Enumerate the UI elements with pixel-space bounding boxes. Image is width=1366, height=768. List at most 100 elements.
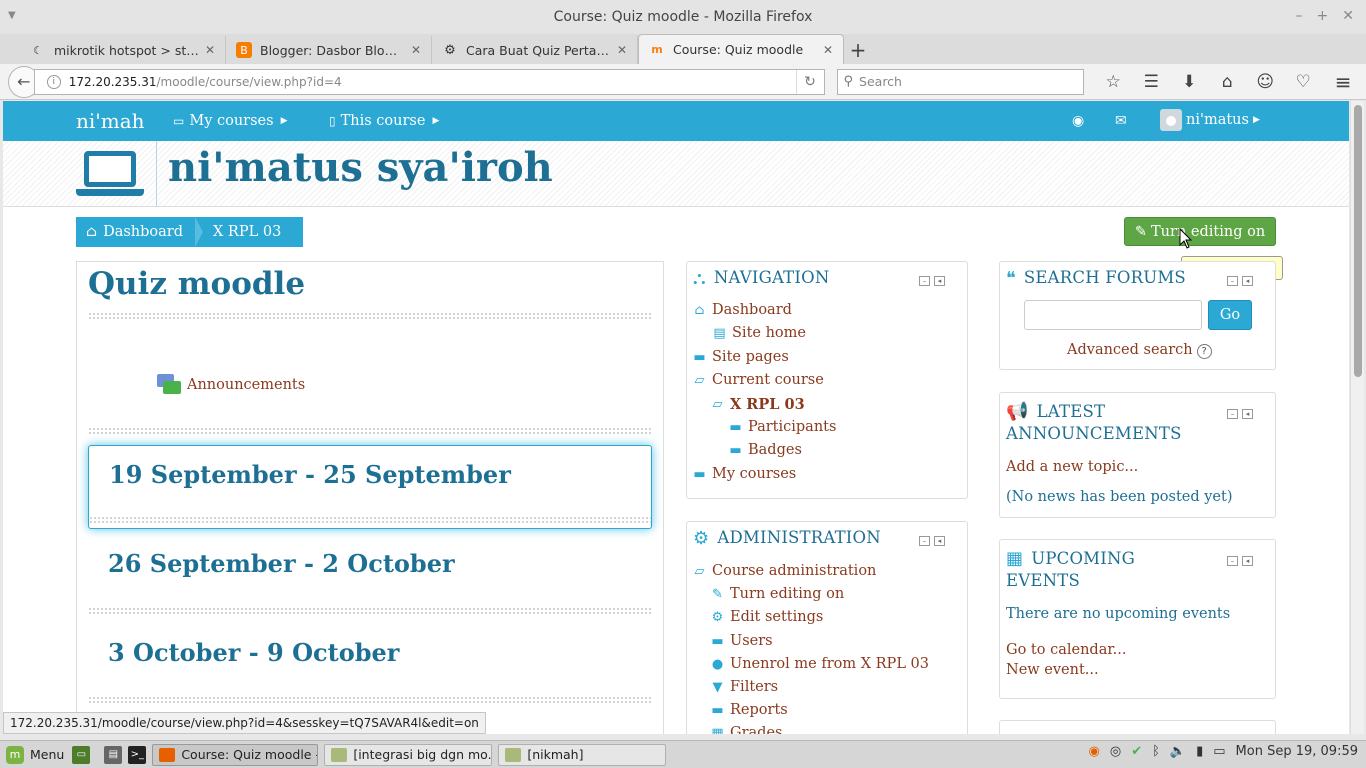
add-topic-link[interactable]: Add a new topic... <box>1006 459 1138 475</box>
maximize-icon[interactable]: + <box>1317 8 1329 24</box>
dock-icon[interactable]: ◂ <box>1242 409 1253 419</box>
terminal-icon[interactable]: >_ <box>128 745 147 764</box>
tab-close-icon[interactable]: ✕ <box>823 43 833 57</box>
page-scrollbar[interactable] <box>1350 101 1364 734</box>
start-menu-button[interactable]: Menu <box>30 747 64 762</box>
tab-cara-buat-quiz[interactable]: ⚙ Cara Buat Quiz Pertanya... ✕ <box>432 36 638 64</box>
dock-icon[interactable]: ◂ <box>1242 276 1253 286</box>
nav-item-site-home[interactable]: ▤ Site home <box>713 325 806 341</box>
advanced-search-link[interactable]: Advanced search? <box>1067 342 1212 359</box>
arrow-left-icon: ← <box>17 72 31 91</box>
pocket-icon[interactable]: ♡ <box>1284 68 1322 96</box>
new-event-link[interactable]: New event... <box>1006 662 1099 678</box>
admin-item-users[interactable]: ▬ Users <box>711 633 772 649</box>
forum-search-input[interactable] <box>1024 300 1202 330</box>
collapse-icon[interactable]: – <box>1227 409 1238 419</box>
reading-list-icon[interactable]: ☰ <box>1132 68 1170 96</box>
home-icon[interactable]: ⌂ <box>1208 68 1246 96</box>
my-courses-menu[interactable]: ▭ My courses ▶ <box>173 113 288 129</box>
admin-item-turn-editing-on[interactable]: ✎ Turn editing on <box>711 586 844 602</box>
mint-logo-icon[interactable]: m <box>6 745 24 764</box>
shield-check-icon[interactable]: ✔ <box>1131 744 1142 759</box>
collapse-icon[interactable]: – <box>1227 556 1238 566</box>
divider <box>89 516 651 524</box>
this-course-menu[interactable]: ▯ This course ▶ <box>329 113 439 129</box>
taskbar-window-folder[interactable]: [integrasi big dgn mo... <box>324 743 493 766</box>
nav-item-current-course[interactable]: ▱ Current course <box>693 372 824 388</box>
section-title[interactable]: 3 October - 9 October <box>108 638 399 667</box>
go-to-calendar-link[interactable]: Go to calendar... <box>1006 642 1127 658</box>
file-manager-icon[interactable]: ▤ <box>104 745 123 764</box>
close-icon[interactable]: ✕ <box>1342 8 1354 24</box>
page-icon: ▤ <box>713 325 726 341</box>
volume-icon[interactable]: 🔈 <box>1170 744 1186 759</box>
collapse-icon[interactable]: – <box>1227 276 1238 286</box>
turn-editing-on-button[interactable]: ✎ Turn editing on <box>1124 217 1276 246</box>
scrollbar-thumb[interactable] <box>1354 105 1362 377</box>
link-label: Advanced search <box>1067 342 1193 358</box>
sitemap-icon: ⛬ <box>693 268 706 289</box>
nav-item-site-pages[interactable]: ▬ Site pages <box>693 349 788 365</box>
notification-icon[interactable]: ◉ <box>1072 113 1084 129</box>
admin-item-course-administration[interactable]: ▱ Course administration <box>693 563 877 579</box>
hamburger-menu-icon[interactable]: ≡ <box>1328 70 1358 94</box>
tab-close-icon[interactable]: ✕ <box>411 43 421 57</box>
window-menu-icon[interactable]: ▼ <box>8 10 16 21</box>
announcements-link[interactable]: Announcements <box>157 374 305 396</box>
tab-blogger[interactable]: B Blogger: Dasbor Blogger ✕ <box>226 36 432 64</box>
collapse-icon[interactable]: – <box>919 536 930 546</box>
course-content: Quiz moodle Announcements 19 September -… <box>76 261 664 734</box>
latest-announcements-block: 📢 LATEST ANNOUNCEMENTS – ◂ Add a new top… <box>999 392 1276 518</box>
url-bar[interactable]: i 172.20.235.31/moodle/course/view.php?i… <box>33 68 825 95</box>
brand-link[interactable]: ni'mah <box>76 109 145 133</box>
tab-close-icon[interactable]: ✕ <box>617 43 627 57</box>
go-button[interactable]: Go <box>1208 300 1252 330</box>
mikrotik-icon: ☾ <box>33 43 43 57</box>
collapse-icon[interactable]: – <box>919 276 930 286</box>
nav-item-badges[interactable]: ▬ Badges <box>729 442 802 458</box>
section-title[interactable]: 19 September - 25 September <box>109 460 511 489</box>
nav-item-participants[interactable]: ▬ Participants <box>729 419 836 435</box>
minimize-icon[interactable]: – <box>1296 8 1303 24</box>
tab-course-quiz-moodle[interactable]: m Course: Quiz moodle ✕ <box>638 34 844 64</box>
dock-icon[interactable]: ◂ <box>934 276 945 286</box>
tab-mikrotik[interactable]: ☾ mikrotik hotspot > status ✕ <box>20 36 226 64</box>
clock[interactable]: Mon Sep 19, 09:59 <box>1236 744 1358 759</box>
admin-item-edit-settings[interactable]: ⚙ Edit settings <box>711 609 824 625</box>
user-menu[interactable]: ni'matus ▶ <box>1160 109 1260 131</box>
admin-item-unenrol[interactable]: ● Unenrol me from X RPL 03 <box>711 656 929 672</box>
taskbar-window-nikmah[interactable]: [nikmah] <box>498 743 667 766</box>
tab-close-icon[interactable]: ✕ <box>205 43 215 57</box>
battery-icon[interactable]: ▭ <box>1213 744 1225 759</box>
show-desktop-icon[interactable]: ▭ <box>72 745 91 764</box>
help-icon[interactable]: ? <box>1196 344 1212 359</box>
bluetooth-icon[interactable]: ᛒ <box>1152 744 1160 759</box>
nav-label: Participants <box>748 419 837 435</box>
divider <box>88 312 652 320</box>
info-icon[interactable]: i <box>46 74 61 89</box>
reload-icon[interactable]: ↻ <box>795 69 824 94</box>
download-icon[interactable]: ⬇ <box>1170 68 1208 96</box>
admin-item-filters[interactable]: ▼ Filters <box>711 679 779 695</box>
comments-icon: ❝ <box>1006 268 1016 289</box>
dock-icon[interactable]: ◂ <box>1242 556 1253 566</box>
breadcrumb-dashboard[interactable]: ⌂ Dashboard <box>76 217 195 247</box>
taskbar-window-firefox[interactable]: Course: Quiz moodle -... <box>152 743 319 766</box>
section-title[interactable]: 26 September - 2 October <box>108 549 455 578</box>
new-tab-button[interactable]: + <box>844 36 872 64</box>
bookmark-star-icon[interactable]: ☆ <box>1094 68 1132 96</box>
nav-item-dashboard[interactable]: ⌂ Dashboard <box>693 302 792 318</box>
block-header: ❝ SEARCH FORUMS <box>1006 268 1186 289</box>
network-signal-icon[interactable]: ▮ <box>1196 744 1203 759</box>
dock-icon[interactable]: ◂ <box>934 536 945 546</box>
nav-item-x-rpl-03[interactable]: ▱ X RPL 03 <box>711 396 805 413</box>
smiley-icon[interactable]: ☺ <box>1246 68 1284 96</box>
admin-item-reports[interactable]: ▬ Reports <box>711 702 787 718</box>
search-input[interactable]: ⚲ Search <box>836 68 1085 95</box>
message-envelope-icon[interactable]: ✉ <box>1115 113 1127 129</box>
breadcrumb-course[interactable]: X RPL 03 <box>209 217 303 247</box>
media-icon[interactable]: ◎ <box>1110 744 1121 759</box>
firefox-tray-icon[interactable]: ◉ <box>1089 744 1100 759</box>
nav-item-my-courses[interactable]: ▬ My courses <box>693 466 796 482</box>
admin-item-grades[interactable]: ▦ Grades <box>711 725 782 734</box>
